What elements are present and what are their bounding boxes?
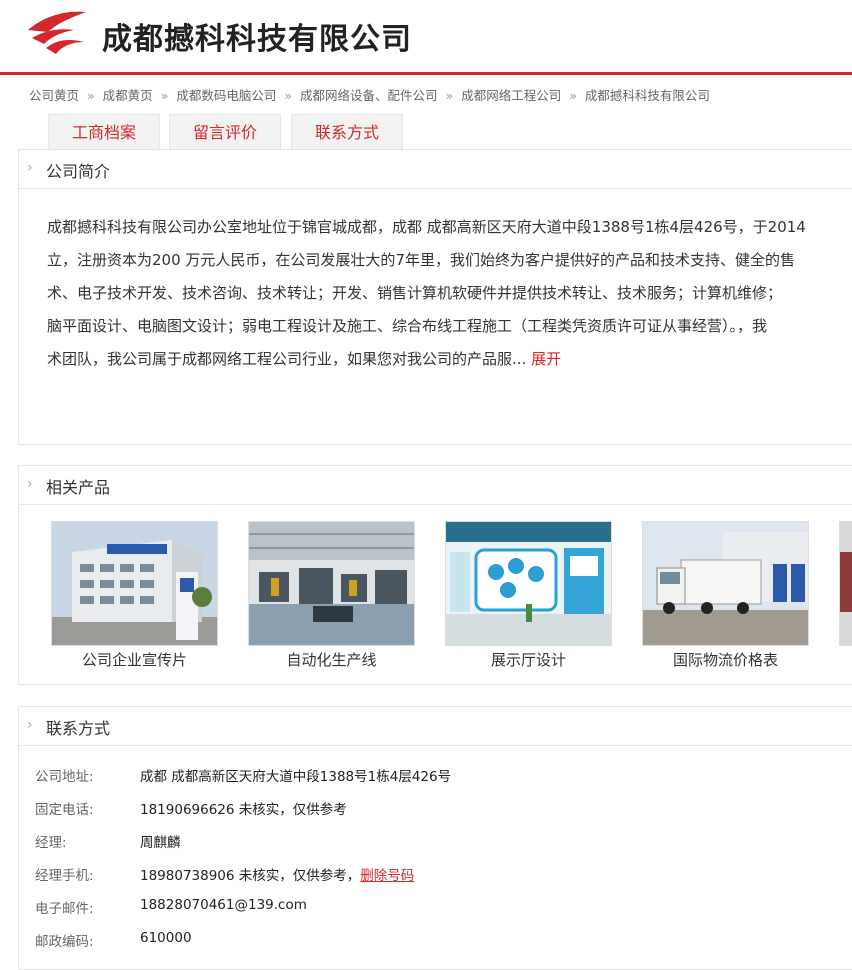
breadcrumb: 公司黄页 » 成都黄页 » 成都数码电脑公司 » 成都网络设备、配件公司 » 成都网络工程公司 »… — [29, 85, 710, 104]
breadcrumb-separator: » — [445, 88, 454, 103]
tab-reviews[interactable]: 留言评价 — [169, 114, 281, 151]
contact-title: 联系方式 — [46, 719, 111, 738]
contact-label: 公司地址: — [35, 769, 94, 785]
delete-number-link[interactable]: 删除号码 — [360, 868, 414, 884]
breadcrumb-separator: » — [569, 88, 577, 103]
products-panel-header: › 相关产品 — [19, 466, 852, 505]
breadcrumb-item[interactable]: 成都黄页 — [103, 88, 153, 103]
intro-title: 公司简介 — [46, 162, 111, 181]
product-image-showroom[interactable] — [445, 521, 612, 646]
breadcrumb-separator: » — [160, 88, 169, 103]
contact-label: 经理手机: — [35, 868, 94, 884]
product-label[interactable]: 展示厅设计 — [445, 649, 612, 670]
product-card[interactable]: 展示厅设计 — [445, 521, 612, 670]
product-card-partial[interactable] — [839, 521, 852, 646]
product-image-building[interactable] — [51, 521, 218, 646]
intro-line: 术团队，我公司属于成都网络工程公司行业，如果您对我公司的产品服... — [47, 350, 527, 368]
product-image-logistics[interactable] — [642, 521, 809, 646]
contact-value: 成都 成都高新区天府大道中段1388号1栋4层426号 — [140, 769, 452, 785]
product-card[interactable]: 自动化生产线 — [248, 521, 415, 670]
intro-line: 成都撼科科技有限公司办公室地址位于锦官城成都，成都 成都高新区天府大道中段138… — [47, 218, 806, 236]
product-label[interactable]: 公司企业宣传片 — [51, 649, 218, 670]
contact-value: 18190696626 未核实，仅供参考 — [140, 802, 347, 818]
breadcrumb-item[interactable]: 公司黄页 — [29, 88, 79, 103]
breadcrumb-item[interactable]: 成都网络工程公司 — [461, 88, 561, 103]
header-divider — [0, 72, 852, 75]
chevron-right-icon: › — [27, 476, 33, 492]
intro-panel: › 公司简介 成都撼科科技有限公司办公室地址位于锦官城成都，成都 成都高新区天府… — [18, 149, 852, 445]
contact-value: 周麒麟 — [140, 835, 181, 851]
company-title: 成都撼科科技有限公司 — [102, 22, 412, 57]
chevron-right-icon: › — [27, 717, 33, 733]
site-header: 成都撼科科技有限公司 — [0, 0, 852, 72]
contact-value: 610000 — [140, 930, 192, 946]
product-label[interactable]: 自动化生产线 — [248, 649, 415, 670]
products-title: 相关产品 — [46, 478, 111, 497]
contact-panel: › 联系方式 公司地址: 成都 成都高新区天府大道中段1388号1栋4层426号… — [18, 706, 852, 970]
breadcrumb-current[interactable]: 成都撼科科技有限公司 — [585, 88, 710, 103]
breadcrumb-item[interactable]: 成都网络设备、配件公司 — [300, 88, 438, 103]
intro-line: 立，注册资本为200 万元人民币，在公司发展壮大的7年里，我们始终为客户提供好的… — [47, 251, 795, 269]
contact-value-wrap: 18980738906 未核实，仅供参考，删除号码 — [140, 864, 414, 884]
intro-text: 成都撼科科技有限公司办公室地址位于锦官城成都，成都 成都高新区天府大道中段138… — [19, 189, 852, 376]
intro-line: 脑平面设计、电脑图文设计；弱电工程设计及施工、综合布线工程施工（工程类凭资质许可… — [47, 317, 768, 335]
chevron-right-icon: › — [27, 160, 33, 176]
contact-value: 18980738906 未核实，仅供参考， — [140, 868, 361, 884]
contact-label: 电子邮件: — [35, 901, 94, 917]
contact-value: 18828070461@139.com — [140, 897, 307, 913]
product-list: 公司企业宣传片 自动化生产线 展示厅设计 国际物流价格表 — [19, 505, 852, 683]
contact-label: 固定电话: — [35, 802, 94, 818]
product-label[interactable]: 国际物流价格表 — [642, 649, 809, 670]
breadcrumb-separator: » — [284, 88, 293, 103]
contact-panel-header: › 联系方式 — [19, 707, 852, 746]
company-logo[interactable] — [26, 8, 88, 58]
contact-label: 经理: — [35, 835, 67, 851]
breadcrumb-separator: » — [87, 88, 95, 103]
intro-line-last: 术团队，我公司属于成都网络工程公司行业，如果您对我公司的产品服... 展开 — [47, 343, 852, 376]
products-panel: › 相关产品 公司企业宣传片 自动化生产线 展示厅设计 国际物流价格表 — [18, 465, 852, 685]
product-image-partial[interactable] — [839, 521, 852, 646]
expand-link[interactable]: 展开 — [531, 350, 561, 368]
tab-contact[interactable]: 联系方式 — [291, 114, 403, 151]
product-image-production-line[interactable] — [248, 521, 415, 646]
tab-business-records[interactable]: 工商档案 — [48, 114, 160, 151]
product-card[interactable]: 公司企业宣传片 — [51, 521, 218, 670]
intro-panel-header: › 公司简介 — [19, 150, 852, 189]
contact-label: 邮政编码: — [35, 934, 94, 950]
intro-line: 术、电子技术开发、技术咨询、技术转让；开发、销售计算机软硬件并提供技术转让、技术… — [47, 284, 783, 302]
breadcrumb-item[interactable]: 成都数码电脑公司 — [176, 88, 276, 103]
product-card[interactable]: 国际物流价格表 — [642, 521, 809, 670]
